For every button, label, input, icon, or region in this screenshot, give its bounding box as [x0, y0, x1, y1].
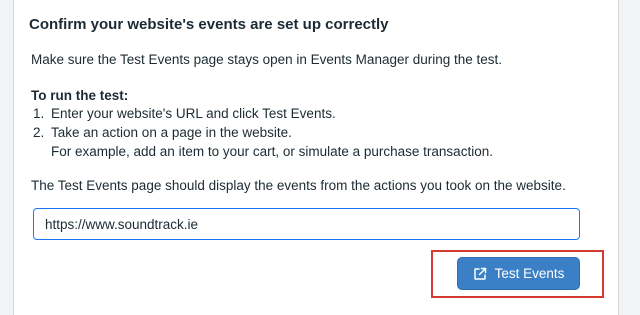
display-note: The Test Events page should display the … — [31, 178, 566, 193]
test-events-label: Test Events — [494, 266, 565, 281]
run-test-title: To run the test: — [31, 88, 129, 103]
step-text: Enter your website's URL and click Test … — [51, 106, 336, 121]
step-number: 2. — [33, 125, 45, 140]
step-number: 1. — [33, 106, 45, 121]
panel-heading: Confirm your website's events are set up… — [29, 16, 389, 33]
website-url-input[interactable] — [33, 208, 580, 240]
test-events-button[interactable]: Test Events — [457, 257, 580, 290]
external-link-icon — [473, 267, 487, 281]
intro-text: Make sure the Test Events page stays ope… — [31, 52, 503, 67]
test-events-panel: Confirm your website's events are set up… — [13, 0, 619, 315]
step-1: 1. Enter your website's URL and click Tes… — [33, 106, 336, 121]
step-2: 2. Take an action on a page in the websit… — [33, 125, 292, 140]
step-2-example: For example, add an item to your cart, o… — [51, 144, 493, 159]
step-text: Take an action on a page in the website. — [51, 125, 292, 140]
